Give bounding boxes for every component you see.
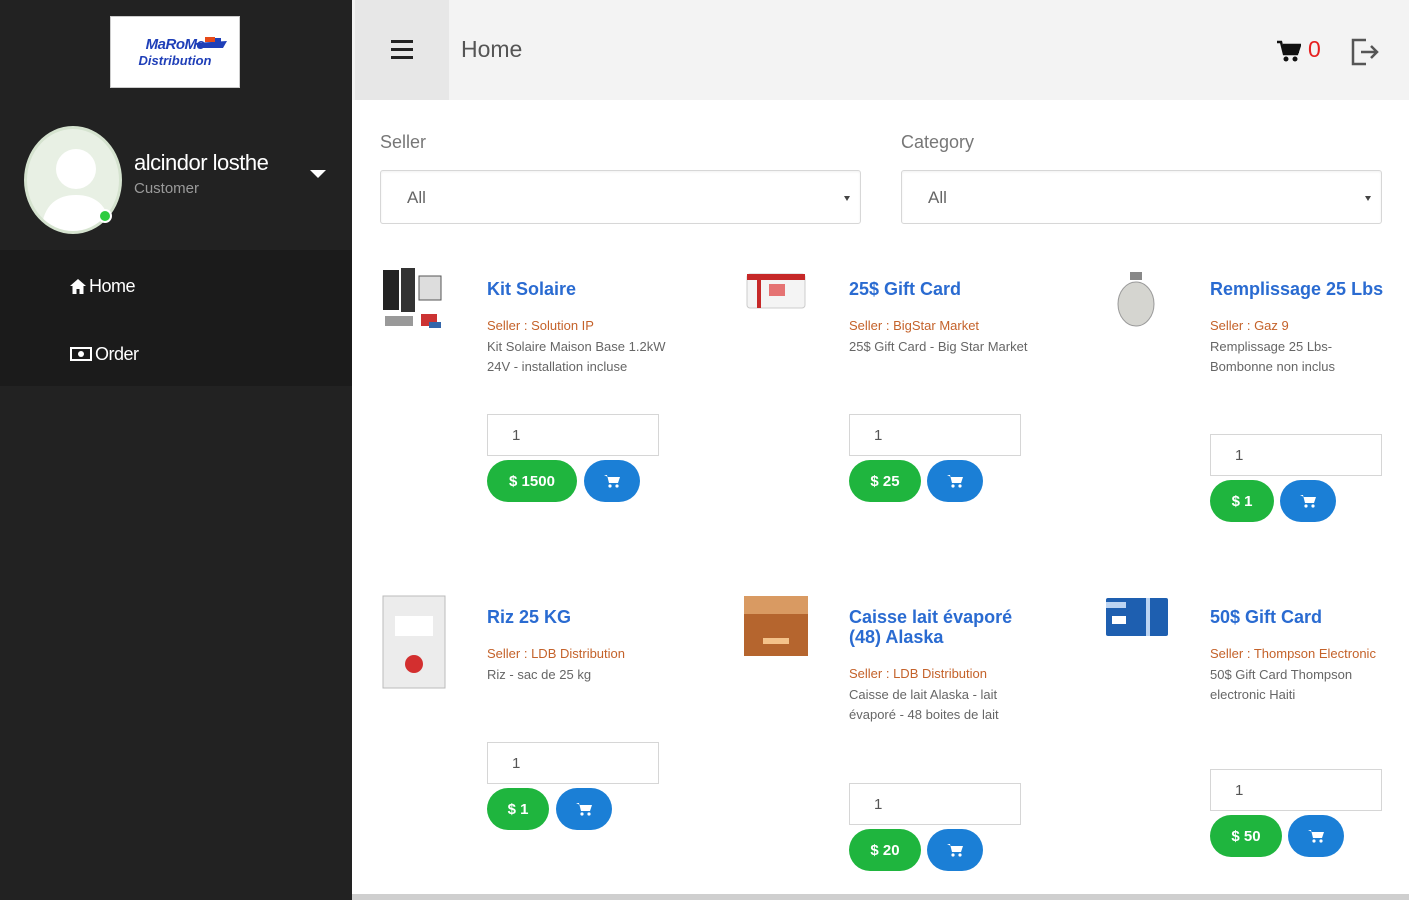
sidebar-item-order[interactable]: Order (70, 339, 139, 369)
user-role: Customer (134, 180, 200, 197)
product-info: 25$ Gift Card Seller : BigStar Market 25… (849, 266, 1035, 357)
product-image[interactable] (1104, 594, 1170, 660)
product-description: Kit Solaire Maison Base 1.2kW 24V - inst… (487, 339, 666, 374)
product-description: 50$ Gift Card Thompson electronic Haiti (1210, 667, 1353, 702)
sidebar-item-label: Home (89, 275, 136, 296)
sidebar-menu: Home Order (0, 250, 352, 386)
chevron-down-icon (844, 196, 850, 201)
product-name-link[interactable]: Kit Solaire (487, 279, 673, 299)
cart-icon (576, 803, 592, 816)
seller-select[interactable]: All (380, 170, 861, 224)
product-name-link[interactable]: Remplissage 25 Lbs (1210, 279, 1396, 299)
quantity-value: 1 (1235, 782, 1244, 799)
price-button[interactable]: $ 1 (1210, 480, 1274, 522)
cart-icon (947, 844, 963, 857)
add-to-cart-button[interactable] (584, 460, 640, 502)
online-status-dot (98, 209, 112, 223)
seller-filter-label: Seller (380, 132, 427, 152)
price-button[interactable]: $ 1500 (487, 460, 577, 502)
sidebar-item-label: Order (95, 343, 139, 364)
chevron-down-icon[interactable] (310, 170, 326, 178)
category-select-value: All (928, 188, 947, 207)
cart-icon (1300, 495, 1316, 508)
top-bar: Home 0 (352, 0, 1409, 100)
product-image[interactable] (381, 266, 447, 332)
logo-line2: Distribution (138, 53, 212, 68)
cart-icon[interactable] (1277, 40, 1301, 62)
add-to-cart-button[interactable] (556, 788, 612, 830)
user-profile: alcindor losthe Customer (0, 112, 352, 250)
chevron-down-icon (1365, 196, 1371, 201)
category-filter-label: Category (901, 132, 975, 152)
quantity-input[interactable]: 1 (487, 742, 659, 784)
product-name-link[interactable]: 25$ Gift Card (849, 279, 1035, 299)
product-name-link[interactable]: 50$ Gift Card (1210, 607, 1396, 627)
category-select[interactable]: All (901, 170, 1382, 224)
product-seller: Seller : LDB Distribution (487, 646, 625, 661)
add-to-cart-button[interactable] (1288, 815, 1344, 857)
price-button[interactable]: $ 25 (849, 460, 921, 502)
price-button[interactable]: $ 1 (487, 788, 549, 830)
quantity-value: 1 (874, 796, 883, 813)
ship-icon (195, 37, 227, 48)
cart-count[interactable]: 0 (1308, 36, 1321, 63)
quantity-value: 1 (874, 427, 883, 444)
product-description: Caisse de lait Alaska - lait évaporé - 4… (849, 687, 999, 722)
product-image[interactable] (1104, 266, 1170, 332)
quantity-input[interactable]: 1 (849, 414, 1021, 456)
brand-logo[interactable]: MaRoMe Distribution (110, 16, 240, 88)
cart-icon (1308, 830, 1324, 843)
menu-toggle-button[interactable] (355, 0, 449, 100)
hamburger-icon (391, 40, 413, 60)
add-to-cart-button[interactable] (1280, 480, 1336, 522)
logout-icon[interactable] (1350, 38, 1380, 66)
quantity-value: 1 (512, 427, 521, 444)
quantity-input[interactable]: 1 (487, 414, 659, 456)
product-info: Kit Solaire Seller : Solution IP Kit Sol… (487, 266, 673, 377)
product-description: Remplissage 25 Lbs- Bombonne non inclus (1210, 339, 1336, 374)
cart-icon (604, 475, 620, 488)
quantity-input[interactable]: 1 (849, 783, 1021, 825)
cart-icon (947, 475, 963, 488)
price-button[interactable]: $ 20 (849, 829, 921, 871)
sidebar: MaRoMe Distribution alcindor losthe Cust… (0, 0, 352, 900)
page-title: Home (461, 36, 523, 62)
seller-select-value: All (407, 188, 426, 207)
product-description: Riz - sac de 25 kg (487, 667, 592, 682)
product-info: Caisse lait évaporé (48) Alaska Seller :… (849, 594, 1035, 725)
product-image[interactable] (743, 266, 809, 332)
product-name-link[interactable]: Caisse lait évaporé (48) Alaska (849, 607, 1035, 647)
quantity-value: 1 (512, 755, 521, 772)
product-seller: Seller : BigStar Market (849, 318, 980, 333)
add-to-cart-button[interactable] (927, 829, 983, 871)
bottom-divider (352, 894, 1409, 900)
product-seller: Seller : Solution IP (487, 318, 594, 333)
product-info: Remplissage 25 Lbs Seller : Gaz 9 Rempli… (1210, 266, 1396, 377)
quantity-input[interactable]: 1 (1210, 434, 1382, 476)
product-name-link[interactable]: Riz 25 KG (487, 607, 673, 627)
quantity-input[interactable]: 1 (1210, 769, 1382, 811)
product-info: Riz 25 KG Seller : LDB Distribution Riz … (487, 594, 673, 685)
product-image[interactable] (743, 594, 809, 660)
user-name: alcindor losthe (134, 150, 269, 175)
product-seller: Seller : Thompson Electronic (1210, 646, 1376, 661)
quantity-value: 1 (1235, 447, 1244, 464)
sidebar-item-home[interactable]: Home (70, 271, 136, 301)
product-description: 25$ Gift Card - Big Star Market (849, 339, 1028, 354)
add-to-cart-button[interactable] (927, 460, 983, 502)
price-button[interactable]: $ 50 (1210, 815, 1282, 857)
product-image[interactable] (381, 594, 447, 690)
money-icon (70, 347, 92, 361)
home-icon (70, 278, 86, 294)
product-seller: Seller : LDB Distribution (849, 666, 987, 681)
product-seller: Seller : Gaz 9 (1210, 318, 1289, 333)
product-info: 50$ Gift Card Seller : Thompson Electron… (1210, 594, 1396, 705)
